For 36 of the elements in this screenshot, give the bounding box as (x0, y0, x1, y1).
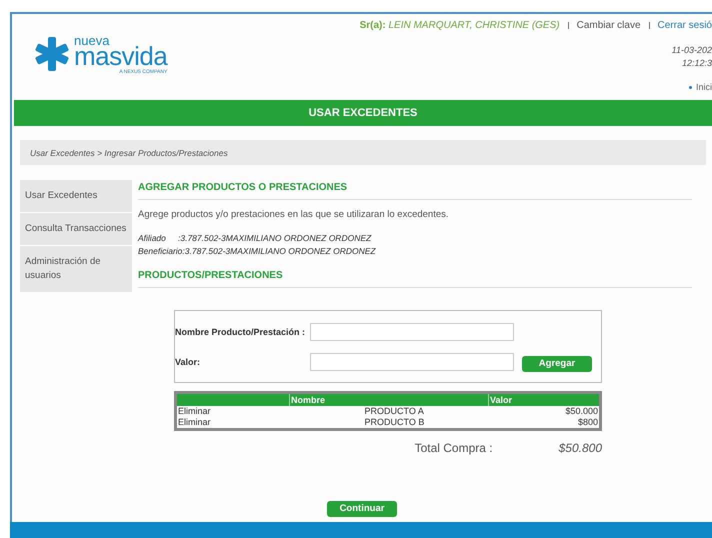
add-button[interactable]: Agregar (522, 356, 592, 372)
date-text: 11-03-202 (672, 45, 712, 55)
table-cell: $800 (488, 416, 600, 429)
sidebar-item[interactable]: Consulta Transacciones (20, 213, 132, 245)
sidebar-item[interactable]: Usar Excedentes (20, 180, 132, 212)
table-cell: PRODUCTO A (290, 406, 488, 416)
field-label: Nombre Producto/Prestación : (175, 327, 306, 337)
header-link[interactable]: Cambiar clave (576, 20, 641, 31)
info-line: Beneficiario:3.787.502-3MAXIMILIANO ORDONEZ ORDONEZ (138, 245, 377, 258)
time-text: 12:12:3 (682, 58, 712, 68)
section-title: PRODUCTOS/PRESTACIONES (138, 268, 692, 288)
home-link[interactable]: Inici (696, 82, 712, 92)
delete-link[interactable]: Eliminar (178, 406, 211, 416)
description-text: Agrege productos y/o prestaciones en las que se utilizaran lo excedentes. (138, 209, 450, 220)
cross-star-icon (34, 36, 70, 72)
section-title: AGREGAR PRODUCTOS O PRESTACIONES (138, 180, 692, 200)
sidebar-item[interactable]: Administración de usuarios (20, 246, 132, 292)
table-cell: $50.000 (488, 406, 600, 416)
table-cell: PRODUCTO B (290, 416, 488, 429)
divider (568, 22, 569, 29)
column-header: Nombre (290, 392, 488, 406)
field-label: Valor: (175, 357, 202, 368)
input-field[interactable] (310, 323, 514, 341)
divider (648, 22, 650, 29)
column-header: Valor (488, 392, 600, 406)
total-value: $50.800 (558, 440, 602, 454)
user-name: Sr(a): LEIN MARQUART, CHRISTINE (GES) (360, 20, 560, 31)
bullet-icon (688, 86, 692, 89)
continue-button[interactable]: Continuar (327, 500, 397, 516)
header-link[interactable]: Cerrar sesió (658, 20, 712, 31)
breadcrumb: Usar Excedentes > Ingresar Productos/Prestaciones (20, 140, 706, 165)
delete-link[interactable]: Eliminar (178, 417, 211, 427)
info-line: Afiliado :3.787.502-3MAXIMILIANO ORDONEZ ORDONEZ (138, 232, 372, 245)
page-banner: USAR EXCEDENTES (14, 100, 712, 126)
total-label: Total Compra : (414, 440, 493, 454)
input-field[interactable] (310, 353, 514, 372)
